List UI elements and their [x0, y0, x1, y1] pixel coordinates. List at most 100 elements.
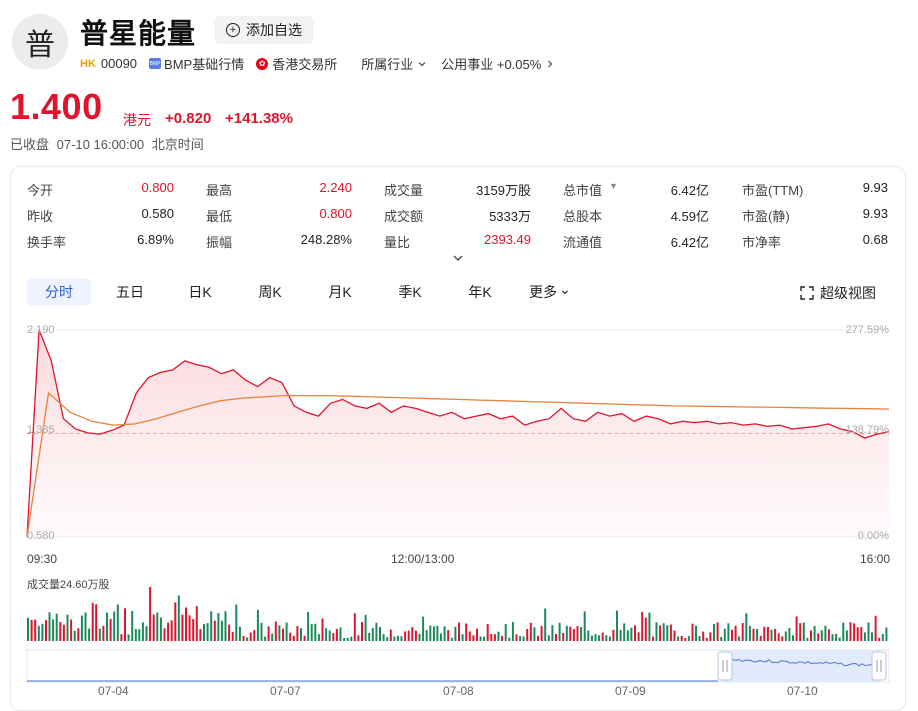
volume-bar	[795, 616, 798, 641]
caret-down-icon[interactable]: ▼	[609, 181, 618, 191]
super-view-button[interactable]: 超级视图	[800, 283, 876, 303]
volume-bar	[80, 615, 83, 641]
nav-date: 07-09	[615, 684, 646, 698]
volume-bar	[555, 634, 557, 641]
volume-bar	[458, 622, 460, 641]
volume-bar	[616, 610, 618, 641]
volume-bar	[723, 628, 726, 641]
volume-bar	[307, 611, 310, 641]
volume-bar	[853, 623, 856, 641]
volume-bar	[116, 604, 119, 641]
volume-bar	[759, 635, 762, 641]
stat-label: 换手率	[27, 235, 67, 250]
tab-0[interactable]: 分时	[27, 278, 91, 306]
volume-bar	[580, 627, 583, 641]
volume-bar	[551, 625, 554, 641]
volume-bar	[407, 630, 410, 641]
volume-bar	[515, 634, 518, 641]
volume-bar	[608, 636, 611, 641]
fullscreen-icon	[800, 286, 814, 300]
add-watchlist-label: 添加自选	[246, 22, 302, 38]
chevron-down-icon	[418, 61, 426, 66]
volume-bar	[705, 637, 708, 641]
price-area	[27, 330, 889, 537]
volume-bar	[799, 623, 802, 641]
volume-bar	[436, 625, 439, 641]
y-axis-mid-right: 138.79%	[845, 424, 889, 436]
navigator-selection[interactable]	[722, 650, 880, 682]
volume-bar	[454, 626, 457, 641]
chevron-right-icon	[548, 60, 553, 67]
stat-label: 最低	[206, 209, 233, 224]
volume-bar	[339, 627, 342, 641]
volume-bar	[45, 620, 47, 641]
volume-bar	[192, 619, 195, 641]
volume-bar	[138, 629, 141, 641]
volume-bar	[641, 612, 644, 641]
stat-value: 4.59亿	[670, 209, 709, 224]
volume-bar	[490, 634, 493, 641]
volume-bar	[188, 615, 191, 641]
volume-bar	[62, 624, 65, 641]
stat-value: 2.240	[319, 180, 352, 195]
volume-bar	[389, 629, 392, 641]
volume-bar	[630, 627, 633, 641]
volume-bar	[235, 604, 238, 641]
status-tz: 北京时间	[151, 137, 204, 152]
tab-2[interactable]: 日K	[170, 278, 230, 306]
stat-value: 9.93	[862, 180, 888, 195]
volume-bar	[849, 622, 852, 641]
volume-bar	[508, 637, 511, 641]
navigator-handle-left[interactable]	[717, 651, 733, 681]
stat-label: 今开	[27, 183, 54, 198]
industry-dropdown[interactable]: 所属行业	[361, 54, 427, 73]
volume-bar	[770, 629, 773, 641]
volume-bar	[529, 622, 532, 641]
add-watchlist-button[interactable]: + 添加自选	[214, 16, 314, 44]
stat-label: 振幅	[206, 235, 233, 250]
stat-value: 6.42亿	[670, 183, 709, 198]
tab-5[interactable]: 季K	[380, 278, 440, 306]
volume-bar	[450, 637, 453, 641]
tab-label: 分时	[45, 284, 73, 300]
volume-bar	[623, 623, 626, 641]
stat-value: 2393.49	[484, 232, 531, 247]
volume-bar	[145, 626, 148, 641]
volume-bar	[310, 624, 313, 641]
volume-bar	[547, 635, 550, 641]
expand-stats-icon[interactable]	[452, 253, 464, 263]
stat-label[interactable]: 总市值	[563, 180, 602, 199]
volume-bar	[738, 636, 741, 641]
stat-value: 0.580	[141, 206, 174, 221]
intraday-chart[interactable]	[0, 315, 918, 555]
volume-bar	[867, 622, 870, 641]
volume-bar	[127, 634, 130, 641]
y-axis-mid-left: 1.385	[27, 424, 55, 436]
tab-label: 月K	[328, 284, 352, 300]
tab-3[interactable]: 周K	[240, 278, 300, 306]
volume-bar	[418, 633, 421, 641]
volume-bar	[533, 627, 536, 641]
volume-bar	[404, 631, 407, 641]
stock-logo: 普	[12, 14, 68, 70]
tab-4[interactable]: 月K	[310, 278, 370, 306]
volume-bar	[691, 623, 694, 641]
volume-bar	[562, 633, 565, 641]
tab-7[interactable]: 更多 ⌄	[520, 278, 580, 306]
volume-bar	[264, 636, 267, 641]
stat-value: 6.89%	[137, 232, 174, 247]
tab-6[interactable]: 年K	[450, 278, 510, 306]
volume-bar	[605, 635, 608, 641]
volume-bar	[185, 607, 187, 641]
sector-link[interactable]: 公用事业 +0.05%	[441, 54, 555, 73]
y-axis-top-right: 277.59%	[845, 324, 889, 336]
volume-bar	[472, 635, 475, 641]
volume-bar	[167, 622, 170, 641]
range-navigator[interactable]	[0, 648, 918, 688]
volume-bar	[720, 636, 723, 641]
volume-bar	[328, 630, 331, 641]
volume-bar	[163, 628, 166, 641]
tab-1[interactable]: 五日	[100, 278, 160, 306]
navigator-handle-right[interactable]	[871, 651, 887, 681]
stat-value: 0.68	[862, 232, 888, 247]
